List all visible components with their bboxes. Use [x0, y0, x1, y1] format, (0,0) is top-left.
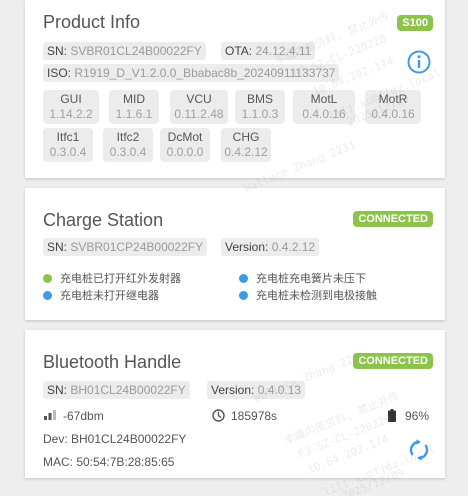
device-name: Dev: BH01CL24B00022FY — [43, 432, 187, 446]
version-value: 0.3.0.4 — [49, 145, 87, 159]
ota-label: OTA: — [225, 44, 256, 58]
charge-status-item: 充电桩已打开红外发射器 — [43, 270, 181, 286]
charge-status-item: 充电桩充电簧片未压下 — [239, 270, 366, 286]
version-chip-dcmot: DcMot 0.0.0.0 — [160, 128, 210, 162]
version-chip-mid: MID 1.1.6.1 — [109, 90, 159, 124]
version-name: MotL — [310, 92, 338, 106]
version-value: 1.1.6.1 — [115, 107, 153, 121]
ota-chip: OTA: 24.12.4.11 — [221, 42, 316, 60]
mac-address: MAC: 50:54:7B:28:85:65 — [43, 455, 175, 469]
status-dot-blue-icon — [43, 290, 52, 300]
charge-status-text: 充电桩未打开继电器 — [60, 290, 159, 302]
charge-version-value: 0.4.2.12 — [271, 240, 316, 254]
uptime-value: 185978s — [231, 409, 278, 423]
ota-value: 24.12.4.11 — [255, 44, 312, 58]
version-value: 0.4.0.16 — [371, 107, 415, 121]
status-dot-green-icon — [43, 273, 52, 283]
charge-connected-badge: CONNECTED — [353, 211, 433, 227]
charge-sn-value: SVBR01CP24B00022FY — [70, 240, 204, 254]
status-dot-blue-icon — [239, 290, 248, 300]
version-name: DcMot — [167, 130, 203, 144]
product-sn-label: SN: — [47, 44, 71, 58]
product-info-title: Product Info — [43, 12, 141, 32]
product-info-card: Product Info S100 SN: SVBR01CL24B00022FY… — [25, 0, 445, 178]
charge-status-text: 充电桩未检测到电极接触 — [256, 290, 377, 302]
version-name: Itfc1 — [56, 130, 80, 144]
bluetooth-connected-badge: CONNECTED — [353, 353, 433, 369]
model-badge: S100 — [397, 15, 433, 31]
charge-status-item: 充电桩未检测到电极接触 — [239, 287, 377, 303]
charge-version-label: Version: — [225, 240, 272, 254]
bluetooth-sn-value: BH01CL24B00022FY — [70, 383, 186, 397]
charge-version-chip: Version: 0.4.2.12 — [221, 238, 320, 256]
charge-status-text: 充电桩已打开红外发射器 — [60, 273, 181, 285]
info-icon[interactable] — [407, 50, 431, 74]
version-chip-itfc1: Itfc1 0.3.0.4 — [43, 128, 93, 162]
bluetooth-sn-chip: SN: BH01CL24B00022FY — [43, 381, 190, 399]
version-value: 0.11.2.48 — [174, 107, 224, 121]
version-chip-motr: MotR 0.4.0.16 — [365, 90, 421, 124]
version-value: 0.4.2.12 — [224, 145, 268, 159]
version-chip-motl: MotL 0.4.0.16 — [293, 90, 355, 124]
refresh-icon[interactable] — [407, 438, 431, 462]
charge-sn-chip: SN: SVBR01CP24B00022FY — [43, 238, 208, 256]
iso-value: R1919_D_V1.2.0.0_Bbabac8b_20240911133737 — [74, 66, 336, 80]
product-sn-value: SVBR01CL24B00022FY — [70, 44, 202, 58]
status-dot-blue-icon — [239, 273, 248, 283]
version-value: 0.4.0.16 — [302, 107, 346, 121]
charge-station-title: Charge Station — [43, 210, 164, 230]
version-value: 1.14.2.2 — [49, 107, 93, 121]
version-name: BMS — [246, 92, 273, 106]
bluetooth-version-label: Version: — [211, 383, 258, 397]
charge-sn-label: SN: — [47, 240, 71, 254]
bluetooth-version-chip: Version: 0.4.0.13 — [207, 381, 306, 399]
charge-station-card: Charge Station CONNECTED SN: SVBR01CP24B… — [25, 188, 445, 320]
bluetooth-version-value: 0.4.0.13 — [257, 383, 302, 397]
version-name: VCU — [186, 92, 212, 106]
charge-status-text: 充电桩充电簧片未压下 — [256, 273, 366, 285]
version-chip-bms: BMS 1.1.0.3 — [235, 90, 285, 124]
version-name: GUI — [60, 92, 82, 106]
bluetooth-handle-title: Bluetooth Handle — [43, 352, 182, 372]
version-value: 0.3.0.4 — [109, 145, 147, 159]
bluetooth-sn-label: SN: — [47, 383, 71, 397]
charge-status-item: 充电桩未打开继电器 — [43, 287, 159, 303]
version-chip-vcu: VCU 0.11.2.48 — [170, 90, 228, 124]
version-chip-itfc2: Itfc2 0.3.0.4 — [103, 128, 153, 162]
bluetooth-handle-card: Bluetooth Handle CONNECTED SN: BH01CL24B… — [25, 330, 445, 478]
version-chip-gui: GUI 1.14.2.2 — [43, 90, 99, 124]
signal-strength-icon — [44, 410, 56, 420]
battery-value: 96% — [405, 409, 430, 423]
iso-chip: ISO: R1919_D_V1.2.0.0_Bbabac8b_202409111… — [43, 64, 340, 82]
version-value: 1.1.0.3 — [241, 107, 279, 121]
version-value: 0.0.0.0 — [166, 145, 204, 159]
iso-label: ISO: — [47, 66, 75, 80]
version-name: MID — [123, 92, 145, 106]
battery-icon — [388, 409, 396, 422]
version-name: MotR — [378, 92, 408, 106]
clock-icon — [212, 409, 225, 422]
version-name: Itfc2 — [116, 130, 140, 144]
version-chip-chg: CHG 0.4.2.12 — [221, 128, 271, 162]
version-name: CHG — [232, 130, 260, 144]
product-sn-chip: SN: SVBR01CL24B00022FY — [43, 42, 206, 60]
signal-value: -67dbm — [63, 409, 104, 423]
